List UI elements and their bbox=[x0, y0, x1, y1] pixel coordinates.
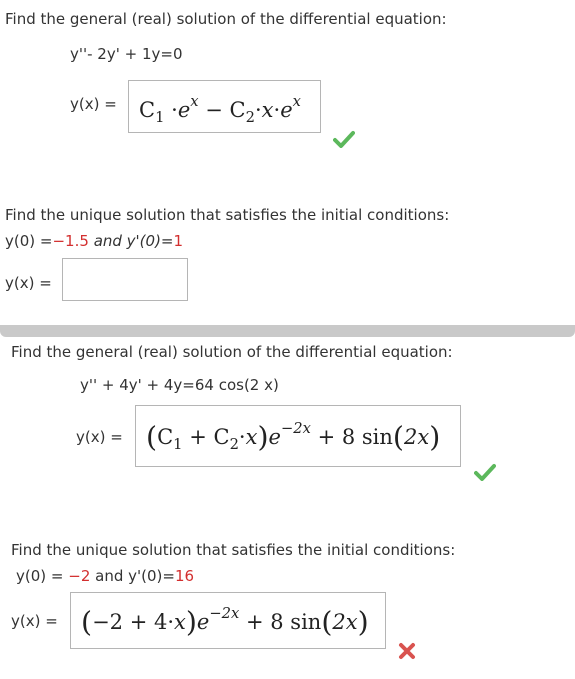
problem2-y-label: y(x) = bbox=[76, 428, 123, 446]
problem1-answer-expression: C1 ·ex − C2·x·ex bbox=[139, 93, 301, 127]
problem1-equation: y''- 2y' + 1y=0 bbox=[70, 45, 183, 63]
problem2-answer-expression: (C1 + C2·x)e−2x + 8 sin(2x) bbox=[146, 420, 441, 454]
problem1-ic-prompt: Find the unique solution that satisfies … bbox=[5, 206, 450, 224]
problem2-equation: y'' + 4y' + 4y=64 cos(2 x) bbox=[80, 376, 279, 394]
section-divider bbox=[0, 325, 575, 337]
problem1-ic-y-label: y(x) = bbox=[5, 274, 52, 292]
problem1-ic-conditions: y(0) =−1.5 and y'(0)=1 bbox=[5, 232, 184, 250]
check-icon bbox=[333, 131, 355, 148]
problem2-prompt: Find the general (real) solution of the … bbox=[11, 343, 453, 361]
problem2-ic-prompt: Find the unique solution that satisfies … bbox=[11, 541, 456, 559]
problem2-ic-conditions: y(0) = −2 and y'(0)=16 bbox=[16, 567, 195, 585]
problem2-ic-y-label: y(x) = bbox=[11, 612, 58, 630]
problem1-prompt: Find the general (real) solution of the … bbox=[5, 10, 447, 28]
cross-icon bbox=[399, 643, 415, 659]
check-icon bbox=[474, 464, 496, 481]
problem2-answer-field[interactable]: (C1 + C2·x)e−2x + 8 sin(2x) bbox=[135, 405, 461, 467]
problem1-ic-answer-input[interactable] bbox=[62, 258, 188, 301]
problem2-ic-answer-expression: (−2 + 4·x)e−2x + 8 sin(2x) bbox=[81, 605, 369, 639]
problem1-y-label: y(x) = bbox=[70, 95, 117, 113]
problem2-ic-answer-field[interactable]: (−2 + 4·x)e−2x + 8 sin(2x) bbox=[70, 592, 386, 649]
problem1-answer-field[interactable]: C1 ·ex − C2·x·ex bbox=[128, 80, 321, 133]
